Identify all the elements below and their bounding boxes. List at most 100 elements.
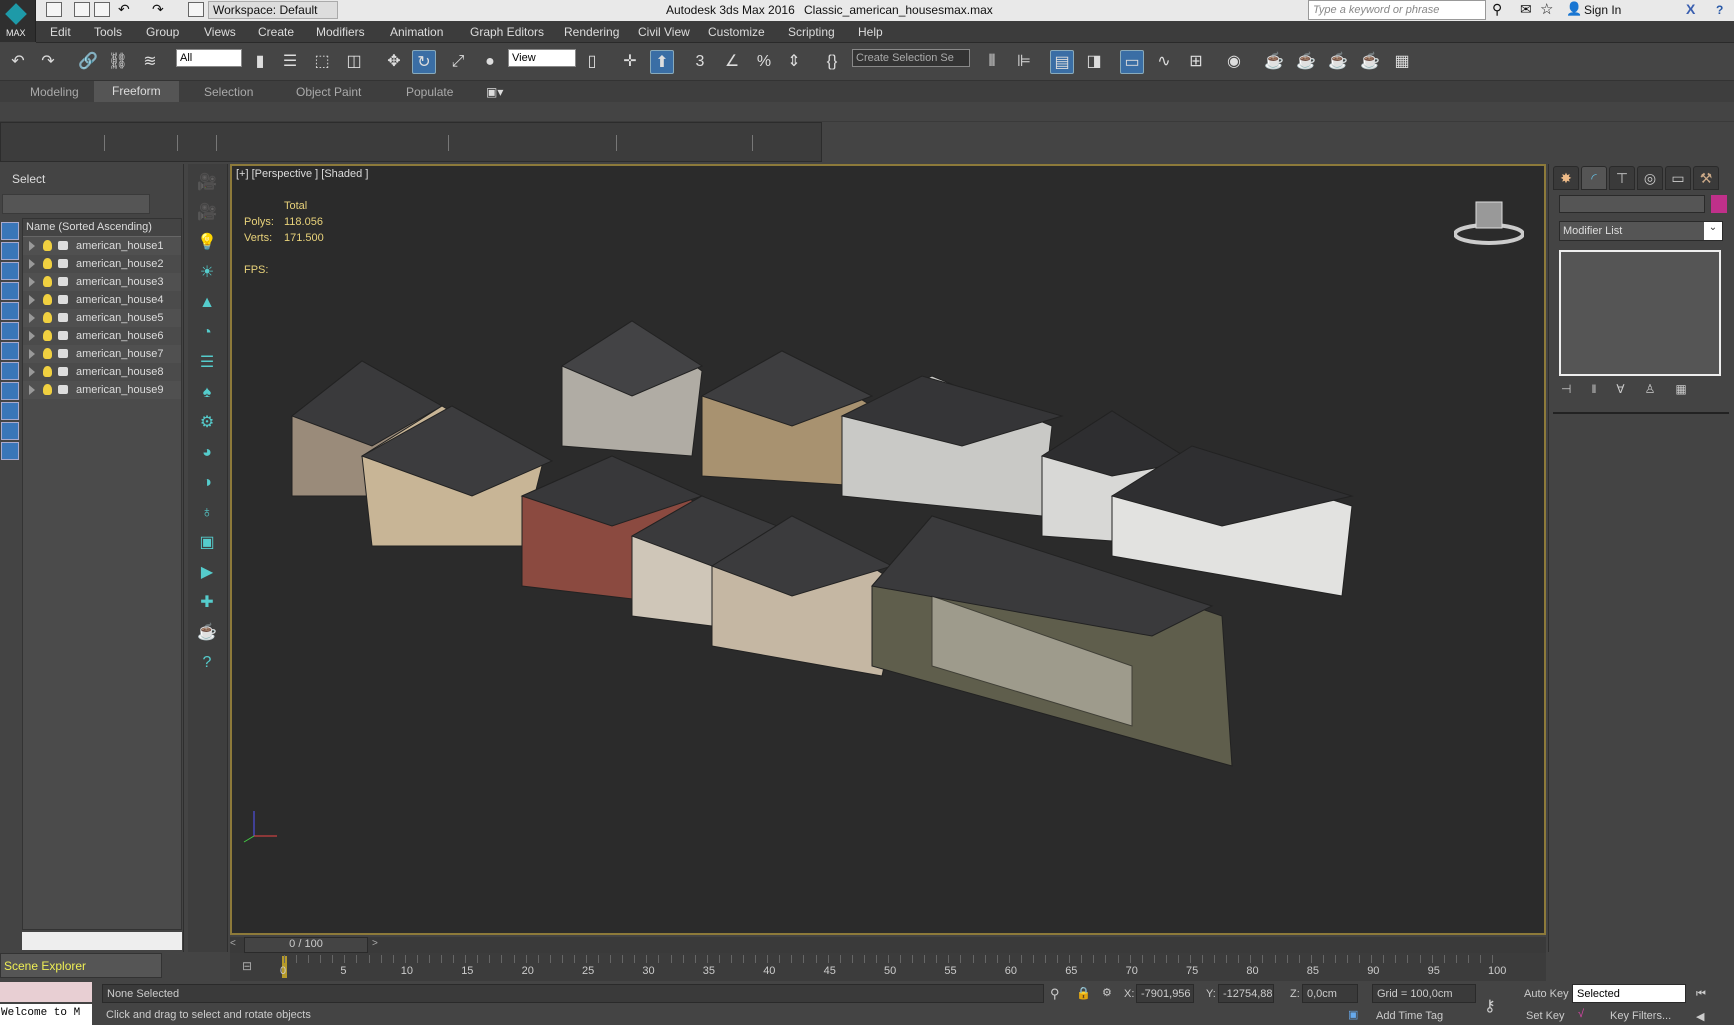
object-name[interactable]: american_house3 xyxy=(76,276,163,288)
scene-explorer-search-input[interactable] xyxy=(2,194,150,214)
menu-rendering[interactable]: Rendering xyxy=(564,25,619,39)
hierarchy-tab-icon[interactable]: ⊤ xyxy=(1609,166,1635,190)
light-bulb-icon[interactable] xyxy=(43,240,52,251)
renderable-icon[interactable] xyxy=(58,331,68,340)
renderable-icon[interactable] xyxy=(58,367,68,376)
modifier-list-dropdown[interactable]: Modifier List ⌄ xyxy=(1559,221,1723,241)
display-frozen-icon[interactable] xyxy=(1,422,19,440)
list-item[interactable]: american_house8 xyxy=(23,363,181,381)
tab-freeform[interactable]: Freeform xyxy=(94,81,179,102)
teapot-icon[interactable]: ☕ xyxy=(196,622,218,644)
light-bulb-icon[interactable] xyxy=(43,258,52,269)
renderable-icon[interactable] xyxy=(58,241,68,250)
time-slider-thumb[interactable]: 0 / 100 xyxy=(244,937,368,953)
light-icon[interactable]: 💡 xyxy=(196,232,218,254)
renderable-icon[interactable] xyxy=(58,295,68,304)
absolute-mode-icon[interactable]: ⚙ xyxy=(1102,986,1112,999)
scene-explorer-dropdown[interactable]: Scene Explorer xyxy=(0,953,162,978)
modifier-stack[interactable] xyxy=(1559,250,1721,376)
maxscript-listener-white[interactable]: Welcome to M xyxy=(0,1004,92,1025)
render-setup-icon[interactable]: ☕ xyxy=(1262,50,1286,74)
menu-edit[interactable]: Edit xyxy=(50,25,71,39)
list-item[interactable]: american_house3 xyxy=(23,273,181,291)
menu-civil-view[interactable]: Civil View xyxy=(638,25,690,39)
renderable-icon[interactable] xyxy=(58,259,68,268)
paint-icon[interactable]: ◑ xyxy=(196,472,218,494)
menu-tools[interactable]: Tools xyxy=(94,25,122,39)
create-tab-icon[interactable]: ✸ xyxy=(1553,166,1579,190)
redo-icon[interactable]: ↷ xyxy=(36,50,60,74)
show-end-result-icon[interactable]: ‖ xyxy=(1591,382,1596,396)
curve-editor-icon[interactable]: ∿ xyxy=(1152,50,1176,74)
light-bulb-icon[interactable] xyxy=(43,348,52,359)
panel-icon[interactable]: ▣ xyxy=(196,532,218,554)
pivot-center-icon[interactable]: ▯ xyxy=(580,50,604,74)
select-scale-icon[interactable]: ⤢ xyxy=(446,50,470,74)
window-crossing-icon[interactable]: ◫ xyxy=(342,50,366,74)
light-bulb-icon[interactable] xyxy=(43,276,52,287)
menu-create[interactable]: Create xyxy=(258,25,294,39)
rectangular-selection-icon[interactable]: ⬚ xyxy=(310,50,334,74)
renderable-icon[interactable] xyxy=(58,385,68,394)
key-filters-button[interactable]: Key Filters... xyxy=(1610,1010,1671,1022)
list-item[interactable]: american_house9 xyxy=(23,381,181,399)
modifier-icon[interactable]: ◔ xyxy=(196,322,218,344)
help-circle-icon[interactable]: ? xyxy=(196,652,218,674)
tree-icon[interactable]: ▲ xyxy=(196,292,218,314)
next-frame-button[interactable]: > xyxy=(372,938,378,949)
object-name[interactable]: american_house2 xyxy=(76,258,163,270)
list-item[interactable]: american_house6 xyxy=(23,327,181,345)
selection-lock-icon[interactable]: 🔒 xyxy=(1076,986,1091,1000)
menu-help[interactable]: Help xyxy=(858,25,883,39)
expand-arrow-icon[interactable] xyxy=(29,367,35,377)
object-name[interactable]: american_house4 xyxy=(76,294,163,306)
expand-arrow-icon[interactable] xyxy=(29,349,35,359)
renderable-icon[interactable] xyxy=(58,313,68,322)
new-file-icon[interactable] xyxy=(46,2,62,17)
list-item[interactable]: american_house5 xyxy=(23,309,181,327)
x-coordinate-field[interactable]: -7901,956 xyxy=(1136,984,1194,1003)
object-name[interactable]: american_house8 xyxy=(76,366,163,378)
reference-coordinate-dropdown[interactable]: View xyxy=(508,49,576,67)
star-icon[interactable]: ☆ xyxy=(1540,0,1553,18)
application-menu-button[interactable]: MAX xyxy=(0,0,36,42)
help-icon[interactable]: ? xyxy=(1716,3,1723,17)
project-folder-icon[interactable] xyxy=(188,2,204,17)
list-icon[interactable]: ☰ xyxy=(196,352,218,374)
menu-scripting[interactable]: Scripting xyxy=(788,25,835,39)
display-containers-icon[interactable] xyxy=(1,402,19,420)
previous-frame-button[interactable]: < xyxy=(230,938,236,949)
light-bulb-icon[interactable] xyxy=(43,384,52,395)
select-move-icon[interactable]: ✥ xyxy=(382,50,406,74)
maxscript-listener-pink[interactable] xyxy=(0,982,92,1002)
light-bulb-icon[interactable] xyxy=(43,330,52,341)
spinner-snap-icon[interactable]: ⇕ xyxy=(782,50,806,74)
light-bulb-icon[interactable] xyxy=(43,294,52,305)
camera-icon[interactable]: 🎥 xyxy=(196,172,218,194)
open-mini-curve-editor-icon[interactable]: ⊟ xyxy=(242,959,252,973)
render-icon[interactable]: ▶ xyxy=(196,562,218,584)
object-name[interactable]: american_house1 xyxy=(76,240,163,252)
display-groups-icon[interactable] xyxy=(1,342,19,360)
time-tag-icon[interactable]: ▣ xyxy=(1348,1008,1358,1021)
go-to-start-icon[interactable]: ⏮ xyxy=(1696,988,1706,1001)
list-item[interactable]: american_house2 xyxy=(23,255,181,273)
save-file-icon[interactable] xyxy=(94,2,110,17)
toggle-scene-explorer-icon[interactable]: ▤ xyxy=(1050,50,1074,74)
search-input[interactable]: Type a keyword or phrase xyxy=(1308,0,1486,20)
expand-arrow-icon[interactable] xyxy=(29,277,35,287)
display-hidden-icon[interactable] xyxy=(1,442,19,460)
expand-arrow-icon[interactable] xyxy=(29,385,35,395)
toggle-ribbon-icon[interactable]: ▭ xyxy=(1120,50,1144,74)
foliage-icon[interactable]: ♠ xyxy=(196,382,218,404)
tab-populate[interactable]: Populate xyxy=(406,85,453,99)
object-name-field[interactable] xyxy=(1559,195,1705,213)
add-time-tag-button[interactable]: Add Time Tag xyxy=(1376,1010,1443,1022)
select-by-name-icon[interactable]: ☰ xyxy=(278,50,302,74)
align-icon[interactable]: ⊫ xyxy=(1012,50,1036,74)
list-item[interactable]: american_house7 xyxy=(23,345,181,363)
menu-group[interactable]: Group xyxy=(146,25,179,39)
gear-icon[interactable]: ⚙ xyxy=(196,412,218,434)
mirror-icon[interactable]: ⫴ xyxy=(980,50,1004,74)
display-cameras-icon[interactable] xyxy=(1,282,19,300)
